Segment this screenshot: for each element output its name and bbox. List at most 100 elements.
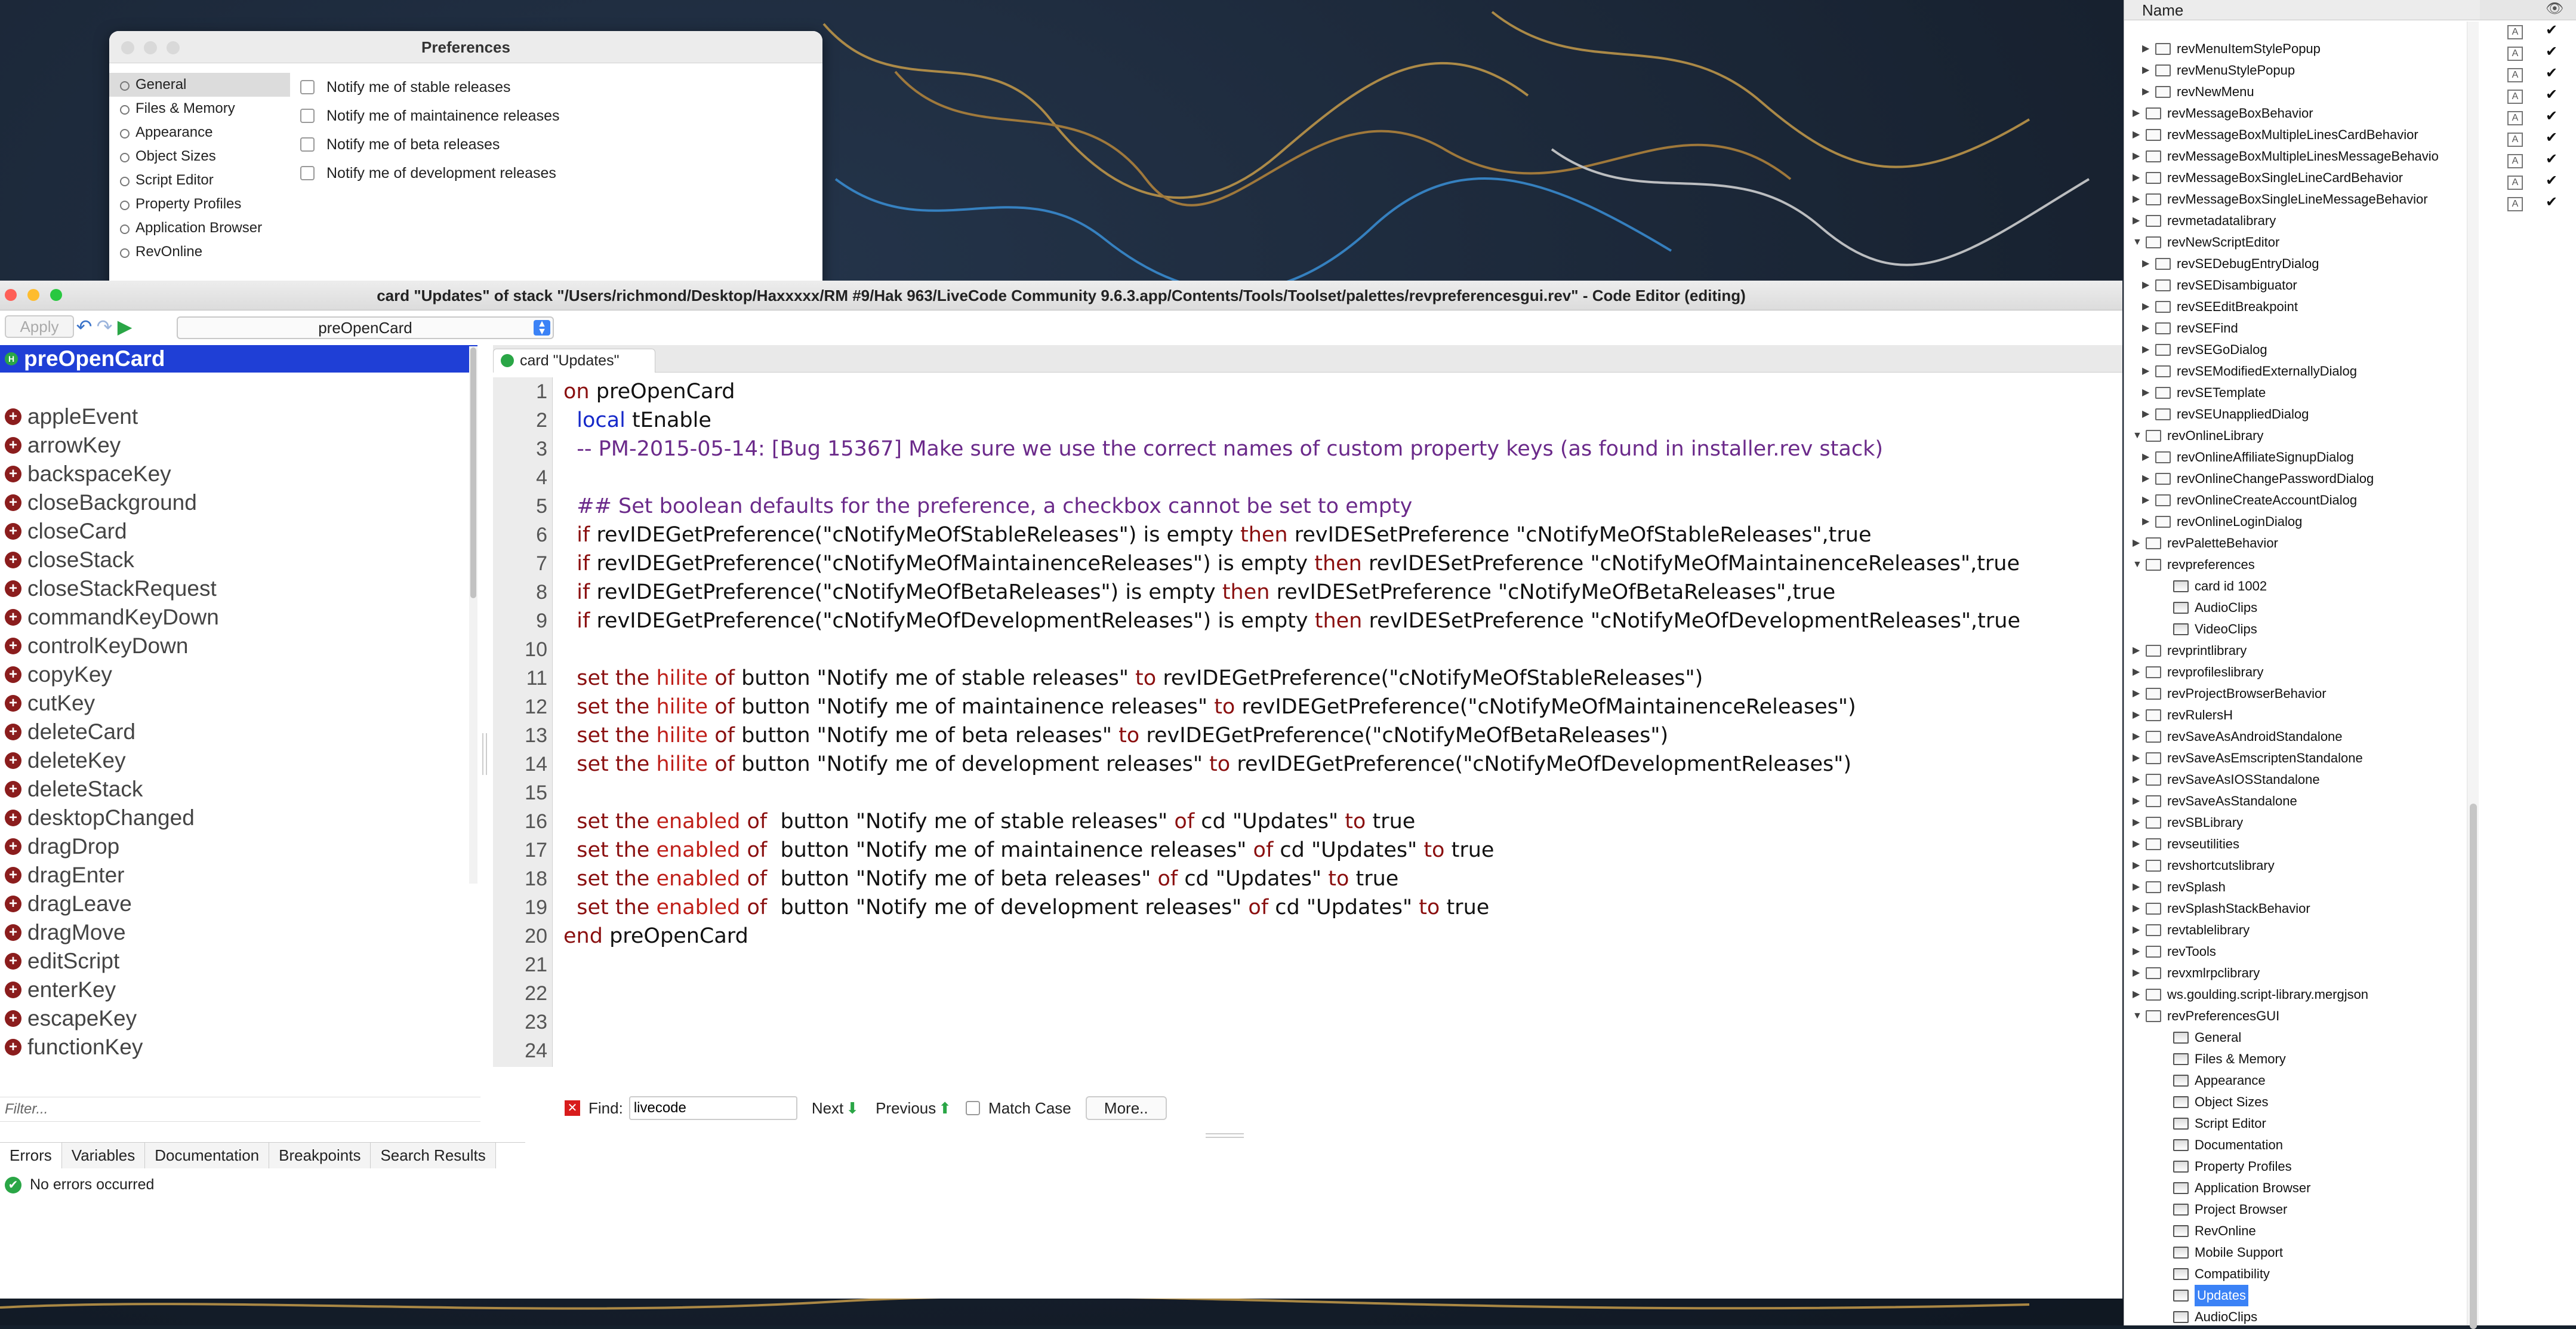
tree-row[interactable]: ▶ revSEGoDialog bbox=[2124, 339, 2470, 361]
tree-row[interactable]: ▶ revSEUnappliedDialog bbox=[2124, 404, 2470, 425]
notify-option[interactable]: Notify me of stable releases bbox=[300, 73, 559, 101]
tree-row[interactable]: Appearance bbox=[2124, 1070, 2470, 1091]
tab-errors[interactable]: Errors bbox=[0, 1143, 62, 1168]
handler-item[interactable]: + deleteCard bbox=[0, 718, 477, 746]
tree-row[interactable]: ▶ revProjectBrowserBehavior bbox=[2124, 683, 2470, 705]
disclosure-collapsed-icon[interactable]: ▶ bbox=[2142, 382, 2152, 404]
redo-icon[interactable]: ↷ bbox=[94, 315, 115, 338]
close-button[interactable] bbox=[5, 289, 17, 301]
find-previous-button[interactable]: Previous ⬆ bbox=[876, 1099, 951, 1118]
disclosure-expanded-icon[interactable]: ▼ bbox=[2133, 425, 2142, 447]
handler-item[interactable]: + commandKeyDown bbox=[0, 603, 477, 632]
disclosure-collapsed-icon[interactable]: ▶ bbox=[2142, 318, 2152, 339]
tree-row[interactable]: ▼ revPreferencesGUI bbox=[2124, 1005, 2470, 1027]
tree-row[interactable]: ▶ revprintlibrary bbox=[2124, 640, 2470, 662]
disclosure-collapsed-icon[interactable]: ▶ bbox=[2133, 533, 2142, 554]
option-checkbox[interactable] bbox=[300, 166, 315, 180]
tree-row[interactable]: Object Sizes bbox=[2124, 1091, 2470, 1113]
tree-row[interactable]: ▶ revSETemplate bbox=[2124, 382, 2470, 404]
disclosure-collapsed-icon[interactable]: ▶ bbox=[2142, 404, 2152, 425]
visible-checkmark-icon[interactable]: ✔ bbox=[2546, 64, 2557, 82]
zoom-button[interactable] bbox=[167, 41, 180, 54]
handler-item[interactable]: + copyKey bbox=[0, 660, 477, 689]
tree-row[interactable]: card id 1002 bbox=[2124, 576, 2470, 597]
tree-row[interactable]: ▶ revtablelibrary bbox=[2124, 919, 2470, 941]
prefs-section-item[interactable]: Application Browser bbox=[109, 216, 290, 240]
disclosure-collapsed-icon[interactable]: ▶ bbox=[2133, 167, 2142, 189]
prefs-section-item[interactable]: RevOnline bbox=[109, 240, 290, 264]
tree-row[interactable]: ▶ revMenuItemStylePopup bbox=[2124, 38, 2470, 60]
script-editor-field[interactable]: 1 2 3 4 5 6 7 8 9 10 11 12 13 14 15 16 17 18 19 20 21 22 23 24 … bbox=[493, 377, 2122, 1067]
disclosure-collapsed-icon[interactable]: ▶ bbox=[2133, 726, 2142, 747]
tree-row[interactable]: ▼ revpreferences bbox=[2124, 554, 2470, 576]
tab-card-updates[interactable]: card "Updates" bbox=[493, 349, 655, 373]
tree-row[interactable]: ▶ revOnlineCreateAccountDialog bbox=[2124, 490, 2470, 511]
handler-item[interactable]: + dragMove bbox=[0, 918, 477, 947]
tree-row[interactable]: ▶ revseutilities bbox=[2124, 833, 2470, 855]
visible-checkmark-icon[interactable]: ✔ bbox=[2546, 193, 2557, 211]
tree-row[interactable]: Application Browser bbox=[2124, 1177, 2470, 1199]
disclosure-collapsed-icon[interactable]: ▶ bbox=[2133, 683, 2142, 705]
more-button[interactable]: More.. bbox=[1085, 1096, 1167, 1120]
disclosure-collapsed-icon[interactable]: ▶ bbox=[2142, 511, 2152, 533]
handler-item[interactable]: + dragLeave bbox=[0, 890, 477, 918]
tree-row[interactable]: ▶ revNewMenu bbox=[2124, 81, 2470, 103]
disclosure-collapsed-icon[interactable]: ▶ bbox=[2133, 705, 2142, 726]
handler-item[interactable]: + closeBackground bbox=[0, 488, 477, 517]
handler-item[interactable]: + arrowKey bbox=[0, 431, 477, 460]
tree-row[interactable]: VideoClips bbox=[2124, 619, 2470, 640]
handler-item[interactable]: + enterKey bbox=[0, 976, 477, 1004]
apply-button[interactable]: Apply bbox=[5, 315, 74, 338]
tree-row[interactable]: ▶ revxmlrpclibrary bbox=[2124, 962, 2470, 984]
tree-row[interactable]: Property Profiles bbox=[2124, 1156, 2470, 1177]
tree-row[interactable]: ▶ revSEDisambiguator bbox=[2124, 275, 2470, 296]
tree-row[interactable]: ▶ revMessageBoxSingleLineCardBehavior bbox=[2124, 167, 2470, 189]
prefs-section-item[interactable]: Files & Memory bbox=[109, 97, 290, 121]
option-checkbox[interactable] bbox=[300, 80, 315, 94]
tree-row[interactable]: ▶ revSBLibrary bbox=[2124, 812, 2470, 833]
tree-row[interactable]: Compatibility bbox=[2124, 1263, 2470, 1285]
disclosure-collapsed-icon[interactable]: ▶ bbox=[2133, 124, 2142, 146]
visible-checkmark-icon[interactable]: ✔ bbox=[2546, 150, 2557, 168]
tree-row[interactable]: ▶ revPaletteBehavior bbox=[2124, 533, 2470, 554]
disclosure-collapsed-icon[interactable]: ▶ bbox=[2142, 38, 2152, 60]
eye-icon[interactable]: 👁 bbox=[2546, 0, 2563, 17]
disclosure-collapsed-icon[interactable]: ▶ bbox=[2133, 640, 2142, 662]
find-next-button[interactable]: Next ⬇ bbox=[812, 1099, 859, 1118]
disclosure-collapsed-icon[interactable]: ▶ bbox=[2142, 447, 2152, 468]
match-case-checkbox[interactable] bbox=[966, 1101, 981, 1115]
tree-row[interactable]: AudioClips bbox=[2124, 1306, 2470, 1328]
handler-item[interactable]: + desktopChanged bbox=[0, 804, 477, 832]
disclosure-collapsed-icon[interactable]: ▶ bbox=[2133, 962, 2142, 984]
handler-item[interactable]: + deleteKey bbox=[0, 746, 477, 775]
tree-row[interactable]: ▶ revSplash bbox=[2124, 876, 2470, 898]
tree-row[interactable]: ▼ revNewScriptEditor bbox=[2124, 232, 2470, 253]
disclosure-collapsed-icon[interactable]: ▶ bbox=[2133, 855, 2142, 876]
tree-row[interactable]: ▼ revOnlineLibrary bbox=[2124, 425, 2470, 447]
handler-item[interactable]: + functionKey bbox=[0, 1033, 477, 1062]
disclosure-collapsed-icon[interactable]: ▶ bbox=[2142, 275, 2152, 296]
tree-row[interactable]: ▶ revSaveAsIOSStandalone bbox=[2124, 769, 2470, 790]
handler-filter-input[interactable]: Filter... bbox=[0, 1097, 480, 1122]
disclosure-collapsed-icon[interactable]: ▶ bbox=[2133, 790, 2142, 812]
tree-row[interactable]: ▶ revSaveAsStandalone bbox=[2124, 790, 2470, 812]
handler-item[interactable]: + editScript bbox=[0, 947, 477, 976]
handler-item[interactable]: + closeCard bbox=[0, 517, 477, 546]
tree-row[interactable]: ▶ revRulersH bbox=[2124, 705, 2470, 726]
tree-row[interactable]: Script Editor bbox=[2124, 1113, 2470, 1134]
tree-row[interactable]: RevOnline bbox=[2124, 1220, 2470, 1242]
tree-row[interactable]: AudioClips bbox=[2124, 597, 2470, 619]
tree-row[interactable]: ▶ revMessageBoxMultipleLinesMessageBehavi… bbox=[2124, 146, 2470, 167]
visible-checkmark-icon[interactable]: ✔ bbox=[2546, 86, 2557, 103]
option-checkbox[interactable] bbox=[300, 109, 315, 123]
resize-grip[interactable] bbox=[1206, 1133, 1244, 1138]
disclosure-collapsed-icon[interactable]: ▶ bbox=[2142, 60, 2152, 81]
disclosure-expanded-icon[interactable]: ▼ bbox=[2133, 1005, 2142, 1027]
tree-row[interactable]: ▶ revSEEditBreakpoint bbox=[2124, 296, 2470, 318]
tree-row[interactable]: ▶ revSaveAsEmscriptenStandalone bbox=[2124, 747, 2470, 769]
tree-row[interactable]: ▶ revSEFind bbox=[2124, 318, 2470, 339]
handler-item[interactable]: + controlKeyDown bbox=[0, 632, 477, 660]
close-button[interactable] bbox=[121, 41, 134, 54]
undo-icon[interactable]: ↶ bbox=[74, 315, 94, 338]
notify-option[interactable]: Notify me of beta releases bbox=[300, 130, 559, 159]
